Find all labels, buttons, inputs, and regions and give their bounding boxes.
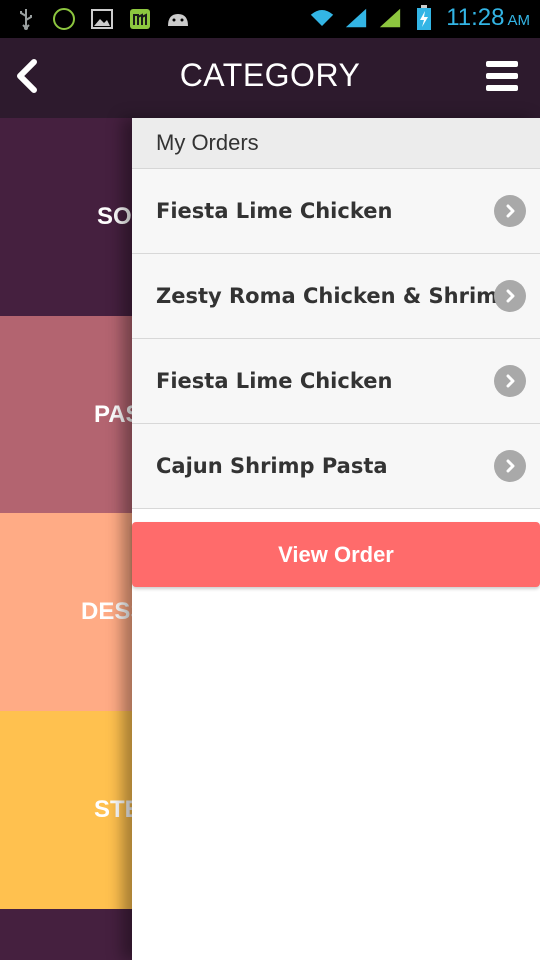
status-clock: 11:28 AM [446,4,530,31]
battery-charging-icon [412,5,436,30]
wifi-icon [310,6,334,30]
chevron-right-icon [494,450,526,482]
order-item-name: Fiesta Lime Chicken [156,369,393,393]
orders-list: Fiesta Lime Chicken Zesty Roma Chicken & … [132,169,540,509]
notification-badge-icon [52,7,76,31]
chevron-right-icon [494,280,526,312]
back-button[interactable] [6,54,54,102]
chevron-right-icon [494,195,526,227]
m-app-icon [128,7,152,31]
order-item-name: Fiesta Lime Chicken [156,199,393,223]
page-title: CATEGORY [179,57,361,93]
view-order-button[interactable]: View Order [132,522,540,587]
order-item-name: Cajun Shrimp Pasta [156,454,388,478]
status-bar: 11:28 AM [0,0,540,38]
order-item-name: Zesty Roma Chicken & Shrimp [156,284,514,308]
drawer-header: My Orders [132,118,540,169]
order-item[interactable]: Fiesta Lime Chicken [132,339,540,424]
app-bar: CATEGORY [0,38,540,118]
signal-icon [344,6,368,30]
signal-icon [378,6,402,30]
chevron-left-icon [17,59,37,93]
order-item[interactable]: Zesty Roma Chicken & Shrimp [132,254,540,339]
order-item[interactable]: Cajun Shrimp Pasta [132,424,540,509]
menu-button[interactable] [484,58,522,94]
android-icon [166,7,190,31]
orders-drawer: My Orders Fiesta Lime Chicken Zesty Roma … [132,118,540,960]
chevron-right-icon [494,365,526,397]
image-icon [90,7,114,31]
usb-icon [14,7,38,31]
order-item[interactable]: Fiesta Lime Chicken [132,169,540,254]
